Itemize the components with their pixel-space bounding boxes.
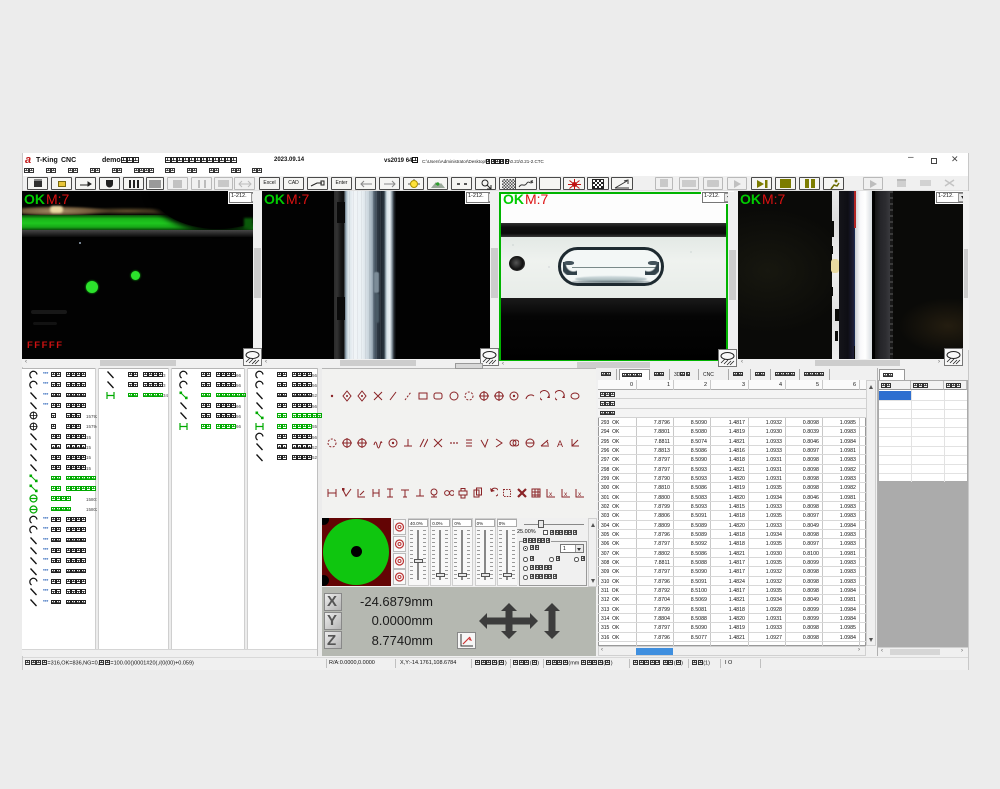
svg-text:A: A (557, 439, 563, 449)
